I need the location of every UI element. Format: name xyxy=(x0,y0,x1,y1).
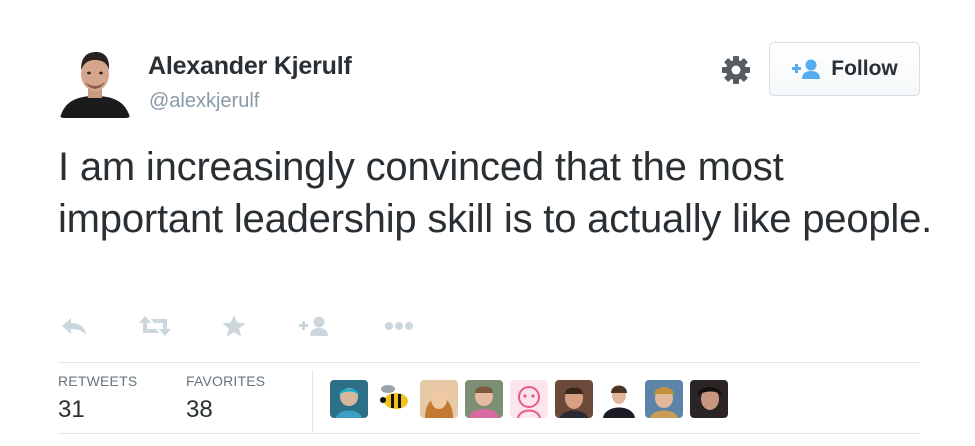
favoriter-avatar[interactable] xyxy=(645,380,683,418)
favoriter-avatar[interactable] xyxy=(375,380,413,418)
stat-label: RETWEETS xyxy=(58,373,138,389)
stat-value: 38 xyxy=(186,396,213,423)
stat-label: FAVORITES xyxy=(186,373,266,389)
gear-icon[interactable] xyxy=(720,54,752,86)
favorited-by-avatars xyxy=(330,380,728,418)
favoriter-avatar[interactable] xyxy=(465,380,503,418)
favoriter-avatar[interactable] xyxy=(600,380,638,418)
favoriter-avatar[interactable] xyxy=(330,380,368,418)
favoriter-avatar[interactable] xyxy=(510,380,548,418)
favorites-stat[interactable]: FAVORITES 38 xyxy=(186,373,265,424)
follow-button[interactable]: Follow xyxy=(769,42,920,96)
favoriter-avatar[interactable] xyxy=(690,380,728,418)
add-user-icon xyxy=(792,59,821,79)
author-avatar[interactable] xyxy=(58,44,132,118)
stats-divider-bottom xyxy=(58,433,920,434)
stat-value: 31 xyxy=(58,396,85,423)
follow-button-label: Follow xyxy=(831,57,898,80)
tweet-text: I am increasingly convinced that the mos… xyxy=(58,145,933,241)
favoriter-avatar[interactable] xyxy=(555,380,593,418)
retweets-stat[interactable]: RETWEETS 31 xyxy=(58,373,137,424)
favoriter-avatar[interactable] xyxy=(420,380,458,418)
tweet-card: Alexander Kjerulf @alexkjerulf Follow I … xyxy=(0,0,975,446)
author-handle[interactable]: @alexkjerulf xyxy=(149,90,259,113)
author-fullname[interactable]: Alexander Kjerulf xyxy=(148,52,352,81)
more-icon[interactable] xyxy=(384,310,414,342)
stats-separator xyxy=(312,370,313,432)
reply-icon[interactable] xyxy=(60,310,88,342)
favorite-icon[interactable] xyxy=(221,310,247,342)
retweet-icon[interactable] xyxy=(138,310,172,342)
stats-divider-top xyxy=(58,362,920,363)
follow-icon[interactable] xyxy=(298,310,330,342)
